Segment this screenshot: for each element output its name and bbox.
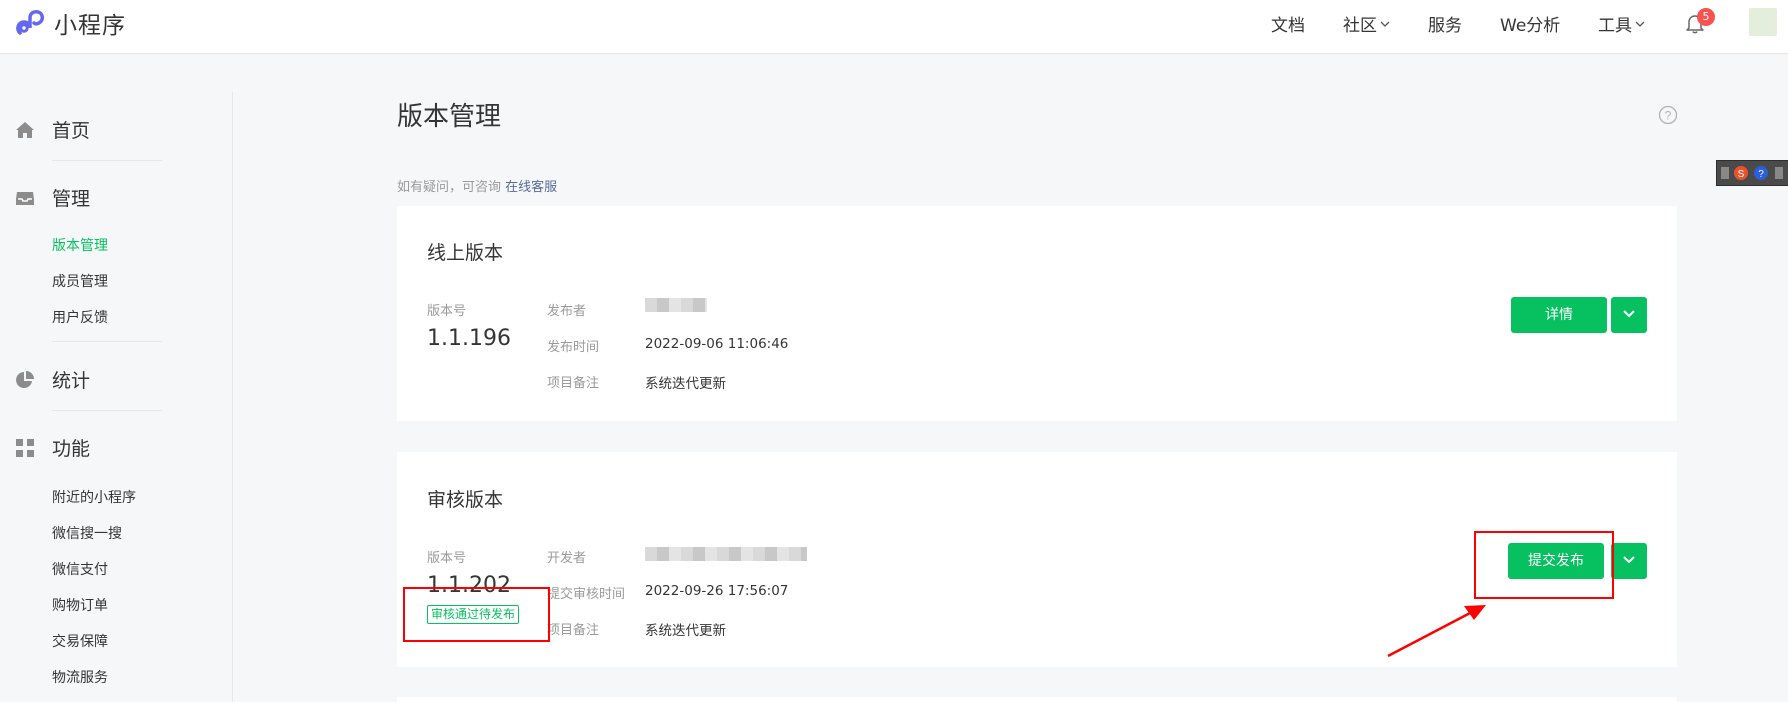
- notification-badge: 5: [1697, 8, 1715, 26]
- hint-text: 如有疑问，可咨询: [397, 180, 502, 195]
- review-more-dropdown[interactable]: [1611, 543, 1647, 579]
- nav-tools-label: 工具: [1598, 16, 1632, 36]
- home-icon: [16, 121, 34, 138]
- note-label: 项目备注: [547, 623, 600, 638]
- sidebar-divider: [232, 92, 233, 702]
- sidebar-item-label: 功能: [52, 438, 91, 460]
- pie-chart-icon: [16, 370, 34, 388]
- online-support-link[interactable]: 在线客服: [505, 180, 557, 195]
- divider: [52, 410, 162, 411]
- sidebar-item-version-management[interactable]: 版本管理: [52, 235, 108, 255]
- note-value: 系统迭代更新: [645, 623, 726, 639]
- sidebar-item-trade-guarantee[interactable]: 交易保障: [52, 631, 108, 651]
- ime-toolbar-icons: S ?: [1721, 166, 1783, 180]
- svg-text:?: ?: [1665, 109, 1672, 123]
- sidebar-item-nearby-miniprogram[interactable]: 附近的小程序: [52, 487, 136, 507]
- online-version-card: 线上版本 版本号 1.1.196 发布者 发布时间 2022-09-06 11:…: [397, 206, 1677, 421]
- annotation-status-box: [403, 587, 550, 642]
- nav-tools[interactable]: 工具: [1598, 11, 1645, 36]
- sidebar-item-user-feedback[interactable]: 用户反馈: [52, 307, 108, 327]
- miniprogram-logo-icon: [16, 10, 44, 35]
- review-version-title: 审核版本: [427, 489, 504, 511]
- note-value: 系统迭代更新: [645, 376, 726, 392]
- page-title: 版本管理: [397, 102, 502, 132]
- publish-time-label: 发布时间: [547, 340, 600, 355]
- nav-docs-label: 文档: [1271, 16, 1305, 36]
- nav-we-analysis-label: We分析: [1500, 16, 1561, 36]
- divider: [52, 160, 162, 161]
- developer-redacted: [645, 547, 807, 561]
- developer-label: 开发者: [547, 551, 587, 566]
- next-card: [397, 697, 1677, 702]
- sidebar-item-stats[interactable]: 统计: [14, 366, 90, 393]
- svg-text:S: S: [1738, 169, 1745, 180]
- publisher-redacted: [645, 298, 707, 312]
- chevron-down-icon: [1380, 21, 1390, 27]
- note-label: 项目备注: [547, 376, 600, 391]
- sidebar-item-member-management[interactable]: 成员管理: [52, 271, 108, 291]
- publish-time-value: 2022-09-06 11:06:46: [645, 336, 789, 352]
- inbox-icon: [16, 191, 34, 205]
- chevron-down-icon: [1635, 21, 1645, 27]
- nav-docs[interactable]: 文档: [1271, 11, 1305, 36]
- top-navigation-bar: 小程序 文档 社区 服务 We分析 工具 5: [0, 0, 1788, 54]
- annotation-button-box: [1474, 531, 1614, 599]
- divider: [52, 341, 162, 342]
- publisher-label: 发布者: [547, 304, 587, 319]
- chevron-down-icon: [1623, 310, 1635, 318]
- nav-community[interactable]: 社区: [1343, 11, 1390, 36]
- version-label: 版本号: [427, 304, 467, 319]
- nav-services[interactable]: 服务: [1428, 11, 1462, 36]
- submit-time-label: 提交审核时间: [547, 587, 626, 602]
- ime-toolbar[interactable]: S ?: [1716, 160, 1788, 186]
- submit-time-value: 2022-09-26 17:56:07: [645, 583, 789, 599]
- sidebar-item-logistics[interactable]: 物流服务: [52, 667, 108, 687]
- sidebar-item-manage[interactable]: 管理: [14, 184, 90, 211]
- sidebar-item-wechat-pay[interactable]: 微信支付: [52, 559, 108, 579]
- nav-community-label: 社区: [1343, 16, 1377, 36]
- help-icon[interactable]: ?: [1658, 105, 1678, 125]
- logo-text: 小程序: [54, 13, 126, 39]
- online-more-dropdown[interactable]: [1611, 297, 1647, 333]
- online-version-title: 线上版本: [427, 242, 504, 264]
- sidebar: 首页 管理 版本管理 成员管理 用户反馈 统计 功能 附近的小程序 微信搜一搜 …: [0, 54, 232, 702]
- sidebar-item-label: 管理: [52, 188, 91, 210]
- sidebar-item-label: 首页: [52, 120, 91, 142]
- version-label: 版本号: [427, 551, 467, 566]
- logo[interactable]: 小程序: [14, 6, 126, 40]
- chevron-down-icon: [1623, 556, 1635, 564]
- sidebar-item-home[interactable]: 首页: [14, 116, 90, 143]
- sidebar-item-label: 统计: [52, 370, 91, 392]
- sidebar-item-features[interactable]: 功能: [14, 434, 90, 461]
- grid-icon: [16, 438, 34, 457]
- svg-text:?: ?: [1758, 169, 1764, 180]
- sidebar-item-wechat-search[interactable]: 微信搜一搜: [52, 523, 122, 543]
- detail-button[interactable]: 详情: [1511, 297, 1607, 333]
- online-version-number: 1.1.196: [427, 326, 511, 351]
- help-hint: 如有疑问，可咨询 在线客服: [397, 176, 557, 195]
- nav-services-label: 服务: [1428, 16, 1462, 36]
- sidebar-item-shopping-orders[interactable]: 购物订单: [52, 595, 108, 615]
- nav-we-analysis[interactable]: We分析: [1500, 11, 1560, 36]
- avatar[interactable]: [1749, 8, 1777, 36]
- annotation-arrow: [1387, 605, 1486, 658]
